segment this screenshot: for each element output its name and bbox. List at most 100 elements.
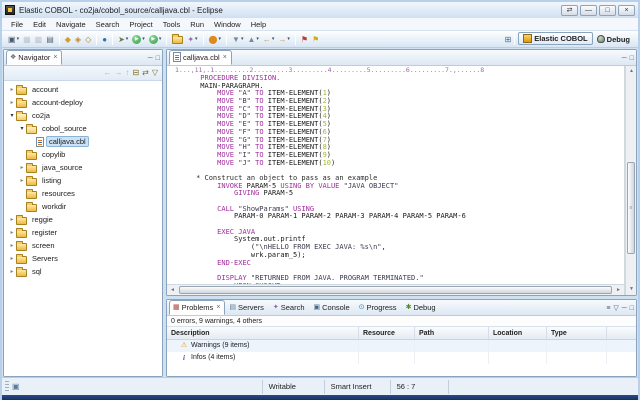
tab-progress[interactable]: ⊙ Progress	[355, 300, 402, 315]
dropdown-arrow-icon[interactable]: ▾	[195, 36, 198, 42]
expand-arrow-icon[interactable]: ▸	[18, 164, 26, 171]
scroll-up-icon[interactable]: ▲	[626, 66, 637, 77]
menu-project[interactable]: Project	[124, 19, 157, 30]
dropdown-arrow-icon[interactable]: ▾	[142, 36, 145, 42]
dropdown-arrow-icon[interactable]: ▾	[159, 36, 162, 42]
print-button[interactable]: ▤	[45, 33, 55, 46]
collapse-all-tool[interactable]: ⊟	[132, 68, 139, 78]
cobol-build-all-button[interactable]: ◈	[74, 33, 82, 46]
tab-debug[interactable]: ✱ Debug	[402, 300, 441, 315]
menu-edit[interactable]: Edit	[28, 19, 51, 30]
collapse-arrow-icon[interactable]: ▾	[18, 125, 26, 132]
expand-arrow-icon[interactable]: ▸	[8, 99, 16, 106]
tag-search-button[interactable]: ✦ ▾	[186, 33, 198, 46]
link-with-editor-tool[interactable]: ⇄	[142, 68, 149, 78]
maximize-view-icon[interactable]: □	[630, 55, 634, 62]
tree-item-account[interactable]: ▸ account	[4, 83, 162, 96]
menu-search[interactable]: Search	[91, 19, 125, 30]
cobol-build-button[interactable]: ◆	[64, 33, 72, 46]
minimize-view-icon[interactable]: ─	[622, 305, 627, 312]
table-row[interactable]: i Infos (4 items)	[167, 352, 636, 364]
column-header-location[interactable]: Location	[489, 327, 547, 339]
tree-item-workdir[interactable]: workdir	[4, 200, 162, 213]
dropdown-arrow-icon[interactable]: ▾	[287, 36, 290, 42]
data-source-explorer-button[interactable]: ⬤ ▾	[208, 33, 222, 46]
maximize-view-icon[interactable]: □	[156, 55, 160, 62]
code-editor[interactable]: PROCEDURE DIVISION. MAIN-PARAGRAPH. MOVE…	[167, 75, 624, 284]
view-menu-icon[interactable]: ▽	[613, 305, 618, 312]
tree-item-sql[interactable]: ▸ sql	[4, 265, 162, 278]
tree-item-account-deploy[interactable]: ▸ account-deploy	[4, 96, 162, 109]
open-resource-button[interactable]	[171, 33, 184, 46]
minimize-view-icon[interactable]: ─	[148, 55, 153, 62]
tree-item-java-source[interactable]: ▸ java_source	[4, 161, 162, 174]
expand-arrow-icon[interactable]: ▸	[8, 268, 16, 275]
vertical-scrollbar[interactable]: ▲ ▼	[625, 66, 636, 295]
web-browser-button[interactable]: ●	[101, 33, 108, 46]
cobol-clean-button[interactable]: ◇	[84, 33, 92, 46]
restore-view-icon[interactable]: ▣	[12, 382, 20, 391]
window-minimize-button[interactable]: —	[580, 4, 597, 16]
dropdown-arrow-icon[interactable]: ▾	[272, 36, 275, 42]
filter-icon[interactable]: ≡	[606, 305, 610, 312]
column-header-type[interactable]: Type	[547, 327, 607, 339]
menu-navigate[interactable]: Navigate	[51, 19, 91, 30]
marker-yellow-button[interactable]: ⚑	[311, 33, 320, 46]
maximize-view-icon[interactable]: □	[630, 305, 634, 312]
close-icon[interactable]: ×	[53, 54, 57, 61]
view-menu-tool[interactable]: ▽	[152, 68, 158, 78]
dropdown-arrow-icon[interactable]: ▾	[241, 36, 244, 42]
tab-problems[interactable]: ▦ Problems ×	[169, 300, 226, 315]
expand-arrow-icon[interactable]: ▸	[8, 216, 16, 223]
dropdown-arrow-icon[interactable]: ▾	[17, 36, 20, 42]
scroll-down-icon[interactable]: ▼	[626, 284, 637, 295]
dropdown-arrow-icon[interactable]: ▾	[219, 36, 222, 42]
tree-item-listing[interactable]: ▸ listing	[4, 174, 162, 187]
dropdown-arrow-icon[interactable]: ▾	[256, 36, 259, 42]
perspective-bug[interactable]: Debug	[593, 34, 634, 45]
scrollbar-thumb[interactable]	[179, 286, 612, 294]
tab-editor-calljava[interactable]: calljava.cbl ×	[169, 50, 232, 65]
tab-console[interactable]: ▣ Console	[310, 300, 355, 315]
previous-annotation-button[interactable]: ▲ ▾	[246, 33, 259, 46]
menu-tools[interactable]: Tools	[158, 19, 186, 30]
menu-help[interactable]: Help	[246, 19, 271, 30]
expand-arrow-icon[interactable]: ▸	[8, 255, 16, 262]
expand-arrow-icon[interactable]: ▸	[8, 242, 16, 249]
tree-item-resources[interactable]: resources	[4, 187, 162, 200]
run-button[interactable]: ▶ ▾	[131, 33, 146, 46]
tree-item-copylib[interactable]: copylib	[4, 148, 162, 161]
column-header-path[interactable]: Path	[415, 327, 489, 339]
menu-file[interactable]: File	[6, 19, 28, 30]
expand-arrow-icon[interactable]: ▸	[18, 177, 26, 184]
close-icon[interactable]: ×	[223, 54, 227, 61]
scroll-left-icon[interactable]: ◄	[167, 285, 178, 296]
close-icon[interactable]: ×	[216, 304, 220, 311]
fast-view-grip[interactable]	[5, 380, 9, 393]
minimize-view-icon[interactable]: ─	[622, 55, 627, 62]
tree-item-cobol-source[interactable]: ▾ cobol_source	[4, 122, 162, 135]
tree-item-reggie[interactable]: ▸ reggie	[4, 213, 162, 226]
table-row[interactable]: ⚠ Warnings (9 items)	[167, 340, 636, 352]
horizontal-scrollbar[interactable]: ◄ ►	[167, 284, 624, 295]
open-perspective-icon[interactable]: ⊞	[505, 35, 512, 44]
back-history-button[interactable]: ← ▾	[262, 33, 276, 46]
expand-arrow-icon[interactable]: ▸	[8, 86, 16, 93]
collapse-arrow-icon[interactable]: ▾	[8, 112, 16, 119]
tree-item-screen[interactable]: ▸ screen	[4, 239, 162, 252]
window-maximize-button[interactable]: □	[599, 4, 616, 16]
menu-window[interactable]: Window	[209, 19, 246, 30]
new-wizard-button[interactable]: ▣ ▾	[7, 33, 20, 46]
menu-run[interactable]: Run	[185, 19, 209, 30]
column-header-resource[interactable]: Resource	[359, 327, 415, 339]
tree-item-co2ja[interactable]: ▾ co2ja	[4, 109, 162, 122]
next-annotation-button[interactable]: ▼ ▾	[231, 33, 244, 46]
tree-item-register[interactable]: ▸ register	[4, 226, 162, 239]
scrollbar-thumb[interactable]	[627, 162, 635, 254]
tree-item-servers[interactable]: ▸ Servers	[4, 252, 162, 265]
dropdown-arrow-icon[interactable]: ▾	[126, 36, 129, 42]
tree-item-calljava-cbl[interactable]: calljava.cbl	[4, 135, 162, 148]
external-tools-button[interactable]: ➤ ▾	[117, 33, 129, 46]
tab-search[interactable]: ✦ Search	[269, 300, 310, 315]
forward-history-button[interactable]: → ▾	[277, 33, 291, 46]
